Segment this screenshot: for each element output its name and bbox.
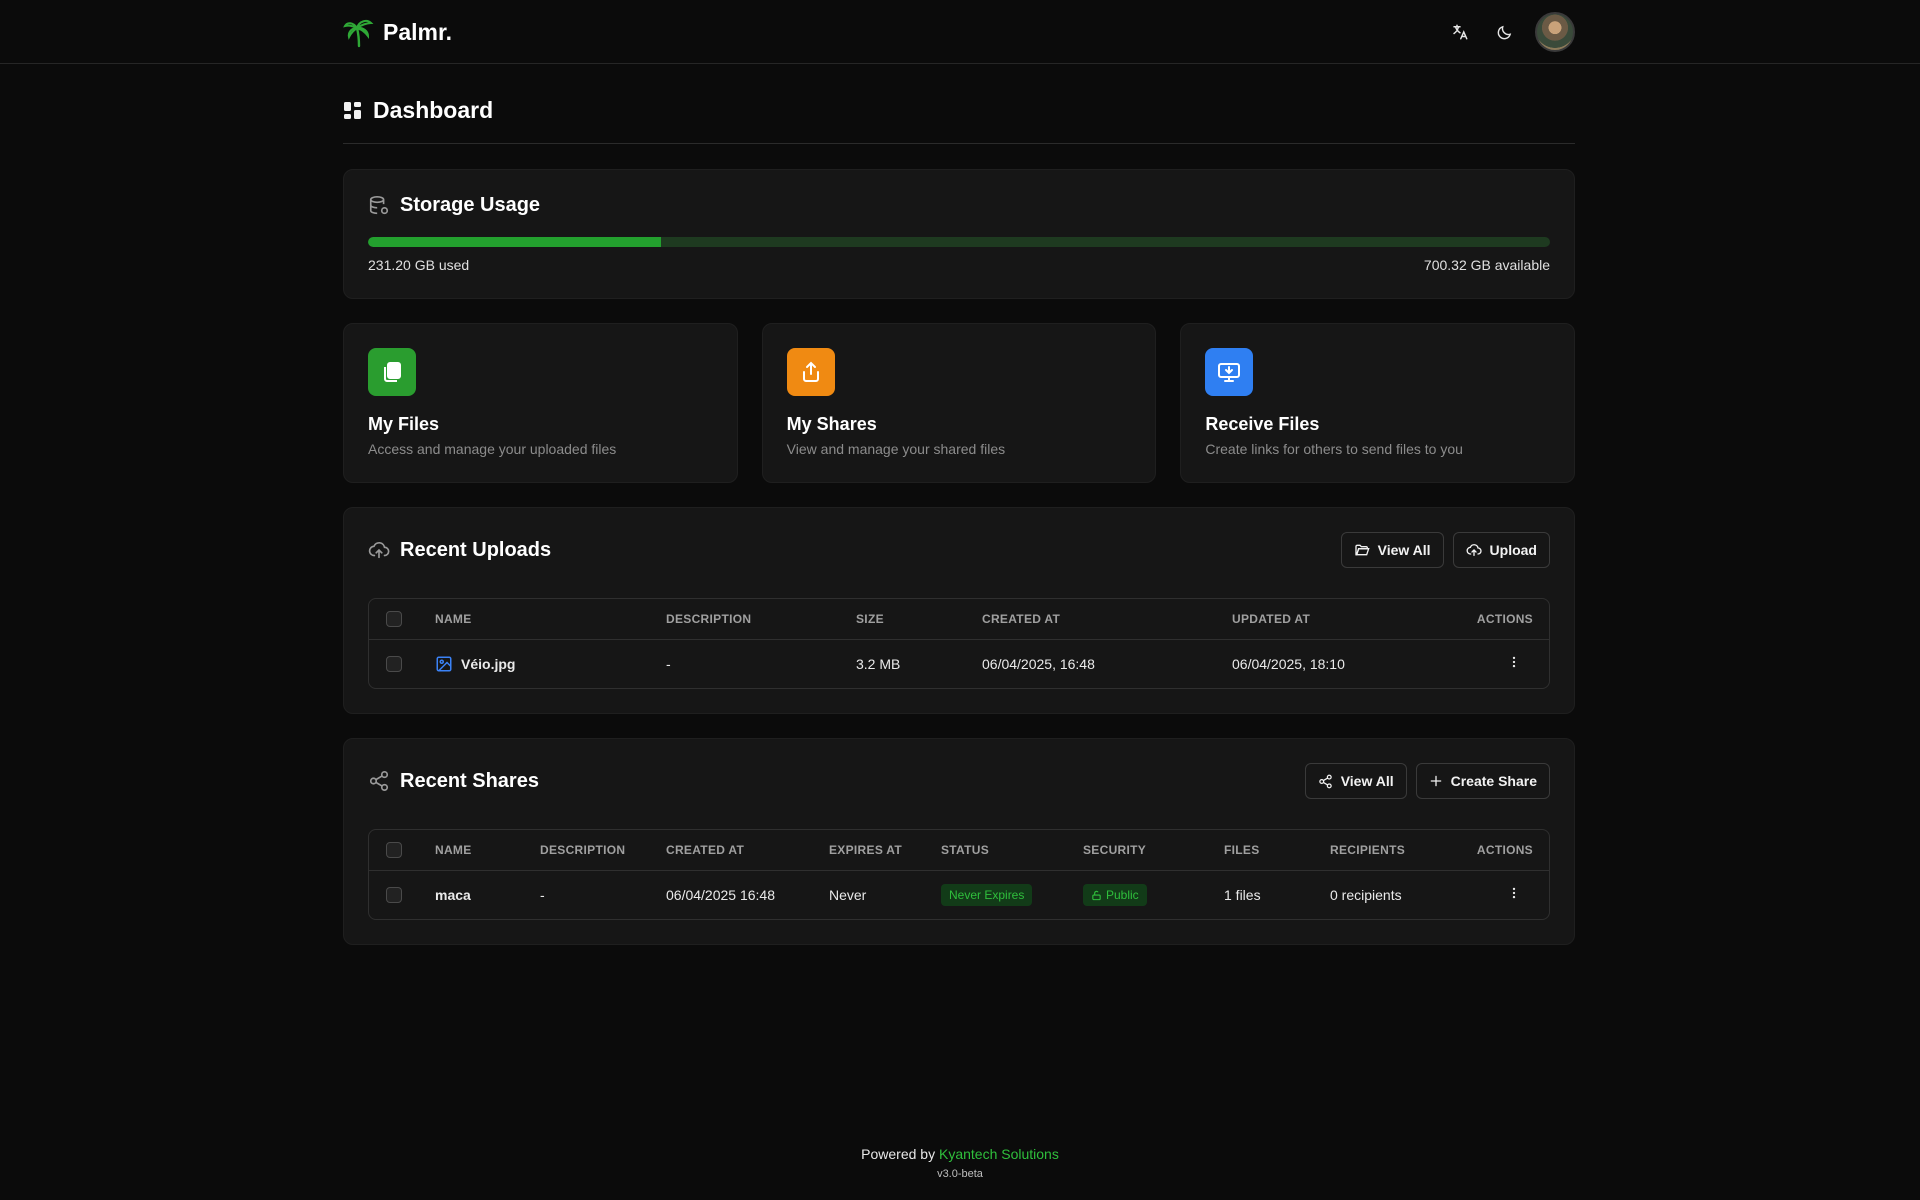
receive-files-card[interactable]: Receive Files Create links for others to… <box>1180 323 1576 483</box>
create-share-label: Create Share <box>1450 773 1537 789</box>
page-title: Dashboard <box>373 97 494 123</box>
upload-label: Upload <box>1489 542 1537 558</box>
share-icon <box>1318 774 1332 788</box>
share-upload-icon <box>786 348 835 396</box>
security-badge: Public <box>1083 884 1147 906</box>
storage-used-label: 231.20 GB used <box>368 257 470 273</box>
my-shares-description: View and manage your shared files <box>786 441 1006 457</box>
select-all-checkbox[interactable] <box>386 842 402 858</box>
translate-icon[interactable] <box>1447 19 1473 45</box>
my-files-title: My Files <box>368 414 440 434</box>
share-description: - <box>540 887 545 903</box>
app-name: Palmr. <box>383 18 453 45</box>
shares-view-all-label: View All <box>1340 773 1394 789</box>
receive-files-description: Create links for others to send files to… <box>1205 441 1463 457</box>
col-recipients[interactable]: RECIPIENTS <box>1330 843 1405 857</box>
database-icon <box>369 195 389 214</box>
security-label: Public <box>1106 888 1139 902</box>
col-updated-at[interactable]: UPDATED AT <box>1232 612 1310 626</box>
file-name[interactable]: Véio.jpg <box>435 655 515 673</box>
shares-view-all-button[interactable]: View All <box>1304 763 1407 799</box>
file-created-at: 06/04/2025, 16:48 <box>982 656 1095 672</box>
col-actions: ACTIONS <box>1476 612 1533 626</box>
monitor-download-icon <box>1205 348 1254 396</box>
recent-shares-title: Recent Shares <box>400 769 539 792</box>
row-checkbox[interactable] <box>386 656 402 672</box>
top-navbar: Palmr. <box>0 0 1920 64</box>
upload-button[interactable]: Upload <box>1452 532 1550 568</box>
storage-progress-bar <box>368 237 1550 247</box>
recent-uploads-card: Recent Uploads View All Upload NAME DESC… <box>343 507 1575 714</box>
col-created-at[interactable]: CREATED AT <box>666 843 744 857</box>
recent-uploads-title: Recent Uploads <box>400 538 552 561</box>
powered-by-label: Powered by <box>861 1146 936 1162</box>
shares-table: NAME DESCRIPTION CREATED AT EXPIRES AT S… <box>368 829 1550 920</box>
storage-title: Storage Usage <box>400 194 541 216</box>
share-files: 1 files <box>1224 887 1261 903</box>
folder-open-icon <box>1354 544 1370 556</box>
col-name[interactable]: NAME <box>435 843 472 857</box>
file-updated-at: 06/04/2025, 18:10 <box>1232 656 1345 672</box>
footer: Powered by Kyantech Solutions v3.0-beta <box>0 1146 1920 1180</box>
receive-files-title: Receive Files <box>1205 414 1320 434</box>
uploads-table: NAME DESCRIPTION SIZE CREATED AT UPDATED… <box>368 598 1550 689</box>
my-files-card[interactable]: My Files Access and manage your uploaded… <box>343 323 738 483</box>
uploads-view-all-label: View All <box>1377 542 1431 558</box>
share-expires-at: Never <box>829 887 867 903</box>
table-row: maca - 06/04/2025 16:48 Never Never Expi… <box>369 871 1549 919</box>
file-description: - <box>666 656 671 672</box>
user-avatar[interactable] <box>1535 12 1575 52</box>
col-name[interactable]: NAME <box>435 612 472 626</box>
dashboard-icon <box>344 101 361 119</box>
image-file-icon <box>436 656 452 672</box>
version-label: v3.0-beta <box>937 1168 983 1180</box>
brand[interactable]: Palmr. <box>343 16 452 48</box>
col-expires-at[interactable]: EXPIRES AT <box>829 843 902 857</box>
company-link[interactable]: Kyantech Solutions <box>939 1146 1059 1162</box>
share-created-at: 06/04/2025 16:48 <box>666 887 775 903</box>
select-all-checkbox[interactable] <box>386 611 402 627</box>
uploads-view-all-button[interactable]: View All <box>1340 532 1444 568</box>
table-row: Véio.jpg - 3.2 MB 06/04/2025, 16:48 06/0… <box>369 640 1549 688</box>
col-created-at[interactable]: CREATED AT <box>982 612 1060 626</box>
recent-shares-card: Recent Shares View All Create Share NAME… <box>343 738 1575 945</box>
palm-logo-icon <box>343 19 374 48</box>
my-shares-card[interactable]: My Shares View and manage your shared fi… <box>761 323 1157 483</box>
my-shares-title: My Shares <box>786 414 877 434</box>
row-checkbox[interactable] <box>386 887 402 903</box>
unlock-icon <box>1092 890 1101 900</box>
col-description[interactable]: DESCRIPTION <box>666 612 751 626</box>
shares-table-header: NAME DESCRIPTION CREATED AT EXPIRES AT S… <box>369 830 1549 871</box>
cloud-upload-icon <box>368 541 390 559</box>
share-name[interactable]: maca <box>435 887 471 903</box>
share-recipients: 0 recipients <box>1330 887 1402 903</box>
storage-progress-fill <box>368 237 662 247</box>
col-security[interactable]: SECURITY <box>1083 843 1146 857</box>
create-share-button[interactable]: Create Share <box>1415 763 1550 799</box>
cloud-upload-icon <box>1466 544 1482 556</box>
plus-icon <box>1430 775 1441 787</box>
file-size: 3.2 MB <box>856 656 901 672</box>
page-header: Dashboard <box>343 64 1575 144</box>
uploads-table-header: NAME DESCRIPTION SIZE CREATED AT UPDATED… <box>369 599 1549 640</box>
storage-usage-card: Storage Usage 231.20 GB used 700.32 GB a… <box>343 169 1575 299</box>
col-description[interactable]: DESCRIPTION <box>540 843 625 857</box>
status-badge: Never Expires <box>941 884 1033 906</box>
col-status[interactable]: STATUS <box>941 843 989 857</box>
my-files-description: Access and manage your uploaded files <box>368 441 617 457</box>
share-icon <box>369 771 389 791</box>
more-vertical-icon[interactable] <box>1507 655 1521 674</box>
col-files[interactable]: FILES <box>1224 843 1260 857</box>
storage-available-label: 700.32 GB available <box>1423 257 1550 273</box>
moon-icon[interactable] <box>1491 19 1517 45</box>
more-vertical-icon[interactable] <box>1507 886 1521 905</box>
col-size[interactable]: SIZE <box>856 612 884 626</box>
col-actions: ACTIONS <box>1476 843 1533 857</box>
file-name-label: Véio.jpg <box>461 656 516 672</box>
files-icon <box>368 348 416 396</box>
